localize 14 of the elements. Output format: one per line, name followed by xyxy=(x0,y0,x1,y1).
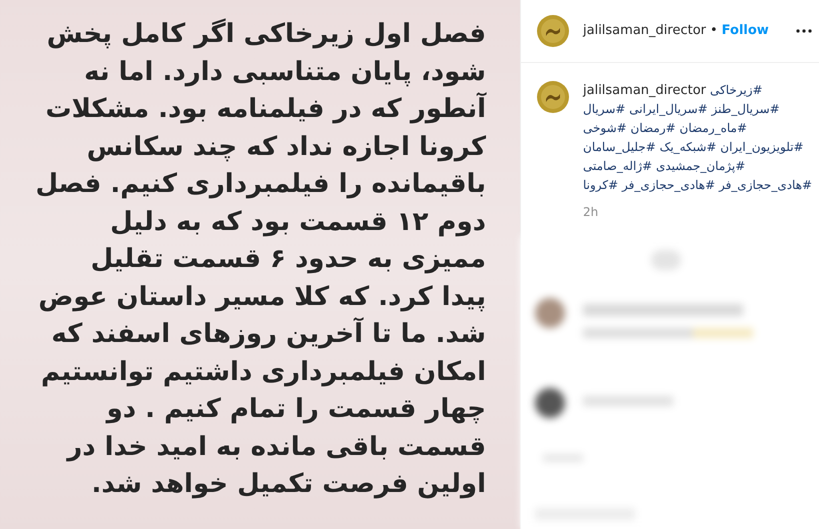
hashtag-line: #زیرخاکی xyxy=(710,82,763,99)
hashtag-line: #هادی_حجازی_فر #هادی_حجازی_فر #کرونا xyxy=(583,177,812,194)
caption-username[interactable]: jalilsaman_director xyxy=(583,81,706,100)
post-time: 2h xyxy=(583,204,598,221)
hashtag-line: #تلویزیون_ایران #شبکه_یک #جلیل_سامان xyxy=(583,139,804,156)
hashtag-line: #سریال_طنز #سریال_ایرانی #سریال xyxy=(583,101,780,118)
avatar-icon[interactable] xyxy=(537,81,569,113)
hashtag-line: #پژمان_جمشیدی #ژاله_صامتی xyxy=(583,158,746,175)
post-text: فصل اول زیرخاکی اگر کامل پخش شود، پایان متناسبی دارد. اما نه آنطور که در فیلمنامه بود. مشکلات کرونا اجازه نداد که چند سکانس باقیمانده را فیلمبرداری کنیم. فصل دوم ۱۲ قسمت بود که به دلیل ممیزی به حدود ۶ قسمت تقلیل پیدا کرد. که کلا مسیر داستان عوض شد. ما تا آخرین روزهای اسفند که امکان فیلمبرداری داشتیم توانستیم چهار قسمت را تمام کنیم . دو قسمت باقی مانده به امید خدا در اولین فرصت تکمیل خواهد شد. xyxy=(34,18,486,501)
username-link[interactable]: jalilsaman_director xyxy=(583,21,706,41)
separator-dot: • xyxy=(710,22,718,40)
hashtag-line: #ماه_رمضان #رمضان #شوخی xyxy=(583,120,748,137)
more-options-icon[interactable] xyxy=(796,29,812,33)
avatar-icon[interactable] xyxy=(537,15,569,47)
